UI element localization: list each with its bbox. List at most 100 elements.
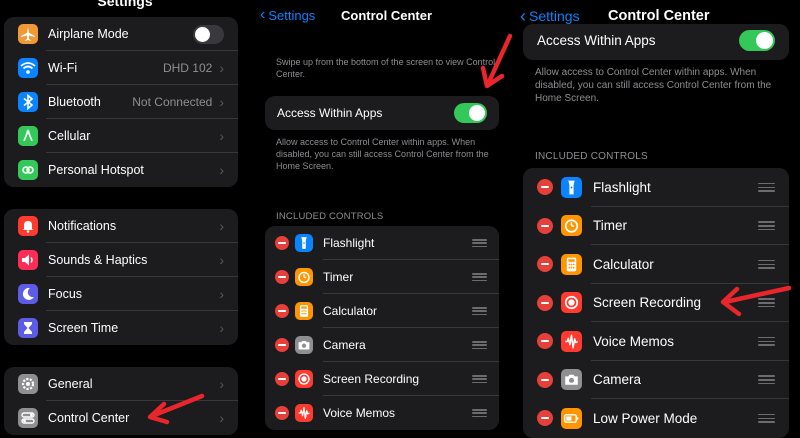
camera-icon [295, 336, 313, 354]
remove-control-button[interactable] [537, 294, 553, 311]
back-label: Settings [529, 8, 580, 24]
chevron-right-icon: › [219, 252, 224, 268]
speaker-icon [18, 250, 38, 270]
record-icon [561, 292, 582, 314]
bluetooth-icon [18, 92, 38, 112]
chevron-right-icon: › [219, 320, 224, 336]
access-within-apps-toggle[interactable] [739, 29, 775, 51]
remove-control-button[interactable] [537, 333, 553, 350]
control-label: Timer [593, 218, 627, 234]
settings-row-label: Airplane Mode [48, 27, 129, 41]
settings-screen: Settings Airplane Mode Wi-Fi DHD 102 › Bluet… [0, 0, 250, 438]
reorder-handle-icon[interactable] [472, 239, 487, 247]
control-label: Camera [323, 338, 366, 352]
remove-control-button[interactable] [275, 236, 289, 250]
control-row-voice-memos: Voice Memos [265, 396, 499, 430]
settings-row-label: Personal Hotspot [48, 163, 144, 177]
included-controls-list: Flashlight Timer Calculator Camera Screen Re… [265, 226, 499, 430]
settings-row-general[interactable]: General › [4, 367, 238, 401]
back-label: Settings [268, 7, 316, 23]
settings-row-control-center[interactable]: Control Center › [4, 401, 238, 435]
settings-row-focus[interactable]: Focus › [4, 277, 238, 311]
settings-group-general: General › Control Center › [4, 367, 238, 435]
back-button[interactable]: ‹ Settings [260, 6, 315, 24]
control-row-flashlight: Flashlight [265, 226, 499, 260]
reorder-handle-icon[interactable] [472, 409, 487, 417]
reorder-handle-icon[interactable] [472, 273, 487, 281]
control-row-screen-recording: Screen Recording [265, 362, 499, 396]
calculator-icon [561, 253, 582, 275]
moon-icon [18, 284, 38, 304]
remove-control-button[interactable] [275, 304, 289, 318]
control-center-screen-right: ‹ Settings Control Center Access Within … [513, 0, 800, 438]
intro-text: Swipe up from the bottom of the screen t… [276, 57, 496, 79]
settings-row-notifications[interactable]: Notifications › [4, 209, 238, 243]
chevron-right-icon: › [219, 60, 224, 76]
airplane-mode-toggle[interactable] [193, 24, 224, 44]
settings-row-label: Control Center [48, 411, 130, 425]
reorder-handle-icon[interactable] [758, 298, 775, 308]
camera-icon [561, 369, 582, 391]
remove-control-button[interactable] [537, 410, 553, 427]
control-label: Low Power Mode [593, 410, 698, 426]
included-controls-list: Flashlight Timer Calculator Screen Recordin… [523, 168, 789, 438]
reorder-handle-icon[interactable] [472, 307, 487, 315]
control-label: Timer [323, 270, 354, 284]
control-label: Flashlight [323, 236, 375, 250]
settings-row-wi-fi[interactable]: Wi-Fi DHD 102 › [4, 51, 238, 85]
reorder-handle-icon[interactable] [472, 341, 487, 349]
waveform-icon [561, 330, 582, 352]
settings-row-bluetooth[interactable]: Bluetooth Not Connected › [4, 85, 238, 119]
page-title: Settings [97, 0, 153, 9]
chevron-right-icon: › [219, 286, 224, 302]
control-row-flashlight: Flashlight [523, 168, 789, 207]
control-center-screen-middle: ‹ Settings Control Center Swipe up from … [255, 0, 515, 438]
settings-row-personal-hotspot[interactable]: Personal Hotspot › [4, 153, 238, 187]
remove-control-button[interactable] [275, 372, 289, 386]
control-label: Calculator [323, 304, 378, 318]
wifi-icon [18, 58, 38, 78]
calculator-icon [295, 302, 313, 320]
control-label: Camera [593, 372, 642, 388]
remove-control-button[interactable] [537, 179, 553, 196]
control-row-timer: Timer [265, 260, 499, 294]
access-within-apps-label: Access Within Apps [537, 32, 656, 48]
access-within-apps-group: Access Within Apps [265, 96, 499, 130]
settings-group-notifications: Notifications › Sounds & Haptics › Focus › Scr… [4, 209, 238, 345]
chevron-right-icon: › [219, 128, 224, 144]
reorder-handle-icon[interactable] [758, 375, 775, 385]
reorder-handle-icon[interactable] [758, 182, 775, 192]
waveform-icon [295, 404, 313, 422]
nav-bar: ‹ Settings Control Center [255, 6, 515, 24]
reorder-handle-icon[interactable] [758, 221, 775, 231]
toggle-knob [469, 105, 485, 121]
access-note: Allow access to Control Center within ap… [535, 67, 772, 104]
record-icon [295, 370, 313, 388]
remove-control-button[interactable] [537, 256, 553, 273]
remove-control-button[interactable] [537, 217, 553, 234]
cellular-icon [18, 126, 38, 146]
hotspot-icon [18, 160, 38, 180]
access-within-apps-label: Access Within Apps [277, 106, 383, 120]
remove-control-button[interactable] [275, 406, 289, 420]
remove-control-button[interactable] [537, 371, 553, 388]
settings-row-sounds-haptics[interactable]: Sounds & Haptics › [4, 243, 238, 277]
remove-control-button[interactable] [275, 270, 289, 284]
access-within-apps-row: Access Within Apps [265, 96, 499, 130]
reorder-handle-icon[interactable] [758, 413, 775, 423]
chevron-right-icon: › [219, 410, 224, 426]
access-within-apps-group: Access Within Apps [523, 24, 789, 60]
reorder-handle-icon[interactable] [758, 259, 775, 269]
access-within-apps-toggle[interactable] [454, 103, 487, 123]
section-header: INCLUDED CONTROLS [276, 211, 384, 222]
control-row-camera: Camera [523, 361, 789, 399]
reorder-handle-icon[interactable] [758, 336, 775, 346]
settings-row-label: Screen Time [48, 321, 119, 335]
settings-row-cellular[interactable]: Cellular › [4, 119, 238, 153]
reorder-handle-icon[interactable] [472, 375, 487, 383]
settings-row-label: Bluetooth [48, 95, 101, 109]
settings-row-airplane-mode[interactable]: Airplane Mode [4, 17, 238, 51]
settings-row-screen-time[interactable]: Screen Time › [4, 311, 238, 345]
remove-control-button[interactable] [275, 338, 289, 352]
control-label: Screen Recording [593, 295, 702, 311]
